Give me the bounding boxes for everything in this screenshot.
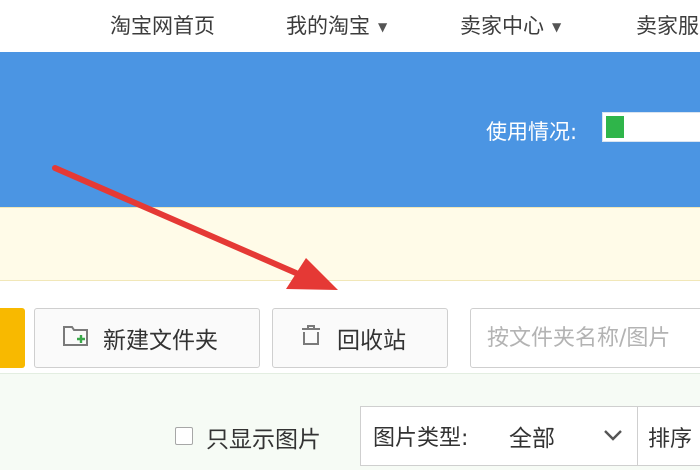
header-banner: 使用情况: xyxy=(0,52,700,207)
upload-button[interactable] xyxy=(0,308,25,368)
nav-seller-center-label: 卖家中心 xyxy=(460,14,544,38)
usage-progress-fill xyxy=(606,116,624,138)
notice-bar xyxy=(0,207,700,281)
image-type-select[interactable]: 图片类型: 全部 xyxy=(360,406,638,466)
image-type-value: 全部 xyxy=(509,426,555,452)
caret-down-icon: ▼ xyxy=(552,20,562,34)
nav-my-taobao-link[interactable]: 我的淘宝 ▼ xyxy=(286,10,387,40)
filter-bar: 只显示图片 图片类型: 全部 排序 xyxy=(0,373,700,470)
sort-select[interactable]: 排序 xyxy=(638,406,700,466)
search-input[interactable] xyxy=(470,308,700,368)
top-navigation: 淘宝网首页 我的淘宝 ▼ 卖家中心 ▼ 卖家服 xyxy=(0,0,700,52)
folder-plus-icon xyxy=(63,324,89,352)
nav-my-taobao-label: 我的淘宝 xyxy=(286,14,370,38)
only-images-checkbox[interactable] xyxy=(175,427,193,445)
nav-taobao-home-link[interactable]: 淘宝网首页 xyxy=(110,10,215,40)
toolbar: 新建文件夹 回收站 xyxy=(0,281,700,373)
usage-progress-bar xyxy=(602,112,700,142)
nav-seller-service-link[interactable]: 卖家服 xyxy=(636,10,699,40)
nav-taobao-home-label: 淘宝网首页 xyxy=(110,14,215,38)
nav-seller-service-label: 卖家服 xyxy=(636,14,699,38)
new-folder-button[interactable]: 新建文件夹 xyxy=(34,308,260,368)
image-type-label: 图片类型: xyxy=(373,426,469,451)
only-images-label[interactable]: 只显示图片 xyxy=(206,420,321,454)
sort-label: 排序 xyxy=(648,427,693,452)
recycle-bin-button[interactable]: 回收站 xyxy=(272,308,448,368)
chevron-down-icon xyxy=(603,427,623,446)
trash-icon xyxy=(299,324,323,352)
recycle-bin-label: 回收站 xyxy=(337,328,406,354)
usage-label: 使用情况: xyxy=(486,120,578,144)
caret-down-icon: ▼ xyxy=(378,20,388,34)
nav-seller-center-link[interactable]: 卖家中心 ▼ xyxy=(460,10,561,40)
new-folder-label: 新建文件夹 xyxy=(103,328,218,354)
